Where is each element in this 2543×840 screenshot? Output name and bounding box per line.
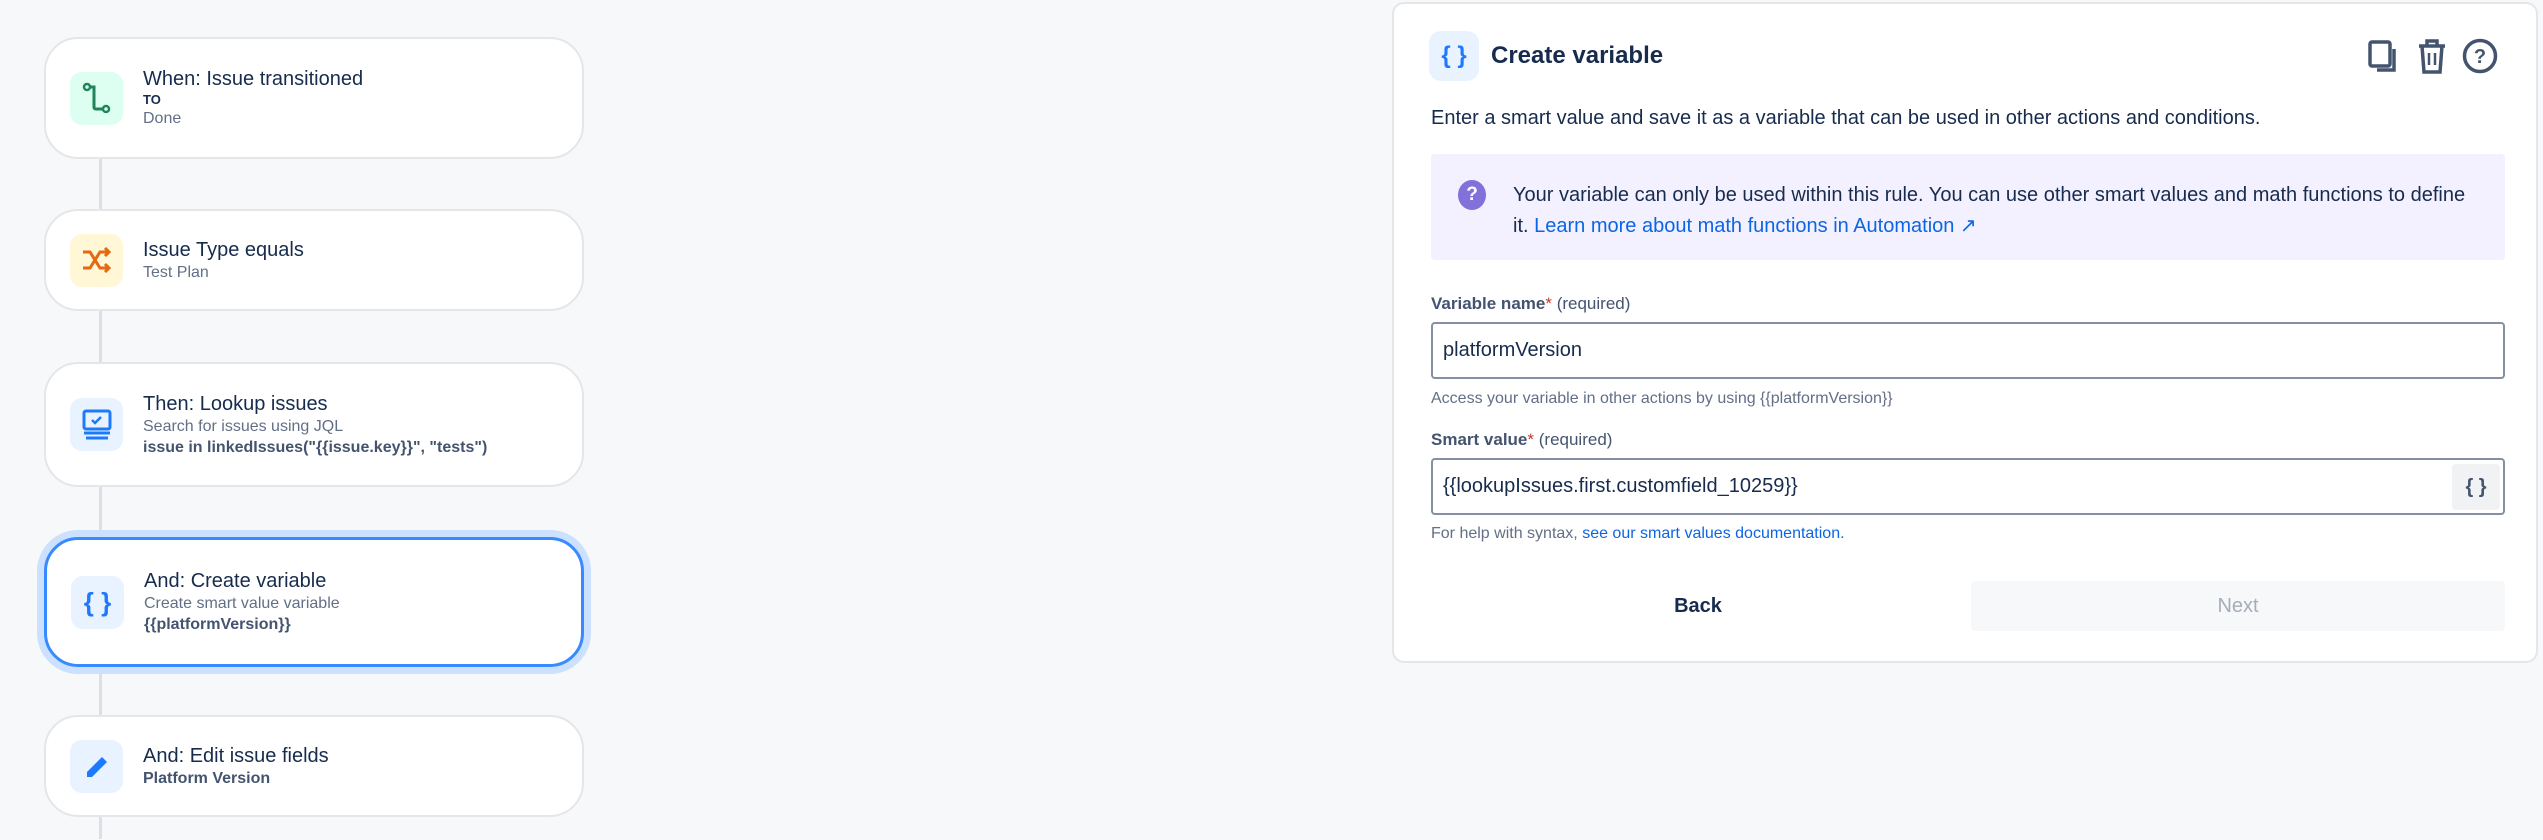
step-title: And: Create variable [144,570,327,593]
step-title: Issue Type equals [143,238,304,261]
braces-icon: { } [2465,475,2487,498]
step-title: And: Edit issue fields [143,744,329,767]
step-detail: Create smart value variable [144,595,340,613]
help-button[interactable]: ? [2460,34,2500,78]
braces-icon: { } [1429,31,1479,81]
lookup-icon [70,398,123,451]
rule-step-card[interactable]: When: Issue transitioned TO Done [44,37,584,159]
variable-name-input[interactable]: platformVersion [1431,322,2505,379]
create-variable-panel: { } Create variable ? Enter a smart valu… [1392,2,2538,663]
back-button[interactable]: Back [1431,581,1965,631]
pencil-icon [70,739,123,793]
rule-step-card[interactable]: Issue Type equals Test Plan [44,209,584,311]
step-detail: {{platformVersion}} [144,616,291,633]
duplicate-icon [2368,40,2396,72]
step-detail: TO [143,92,161,108]
step-detail: issue in linkedIssues("{{issue.key}}", "… [143,438,488,456]
svg-text:?: ? [2474,46,2486,68]
duplicate-button[interactable] [2363,34,2403,78]
trash-icon [2419,39,2445,74]
info-message: ? Your variable can only be used within … [1431,154,2505,260]
step-detail: Platform Version [143,769,271,787]
delete-button[interactable] [2412,34,2452,78]
help-icon: ? [2462,38,2498,74]
next-button[interactable]: Next [1971,581,2505,631]
transition-icon [70,71,123,125]
panel-description: Enter a smart value and save it as a var… [1431,107,2261,129]
step-title: Then: Lookup issues [143,392,328,415]
smart-value-helper: For help with syntax, see our smart valu… [1431,525,1845,542]
rule-step-card[interactable]: Then: Lookup issues Search for issues usi… [44,362,584,487]
insert-smart-value-button[interactable]: { } [2452,464,2500,510]
braces-icon: { } [71,575,124,629]
question-icon: ? [1458,180,1486,210]
smart-value-label: Smart value* (required) [1431,430,1613,449]
step-detail: Test Plan [143,263,209,281]
rule-step-card[interactable]: { } And: Create variable Create smart valu… [44,537,584,667]
math-functions-link[interactable]: Learn more about math functions in Autom… [1534,215,1977,237]
smart-value-text: {{lookupIssues.first.customfield_10259}} [1443,475,1798,497]
shuffle-icon [70,233,123,287]
smart-value-input[interactable]: {{lookupIssues.first.customfield_10259}}… [1431,458,2505,515]
panel-title: Create variable [1491,42,1664,69]
variable-name-helper: Access your variable in other actions by… [1431,390,1893,407]
step-detail: Done [143,110,182,128]
step-title: When: Issue transitioned [143,68,364,91]
smart-values-docs-link[interactable]: see our smart values documentation. [1582,525,1844,542]
step-detail: Search for issues using JQL [143,417,344,435]
variable-name-label: Variable name* (required) [1431,294,1631,313]
rule-step-card[interactable]: And: Edit issue fields Platform Version [44,715,584,817]
